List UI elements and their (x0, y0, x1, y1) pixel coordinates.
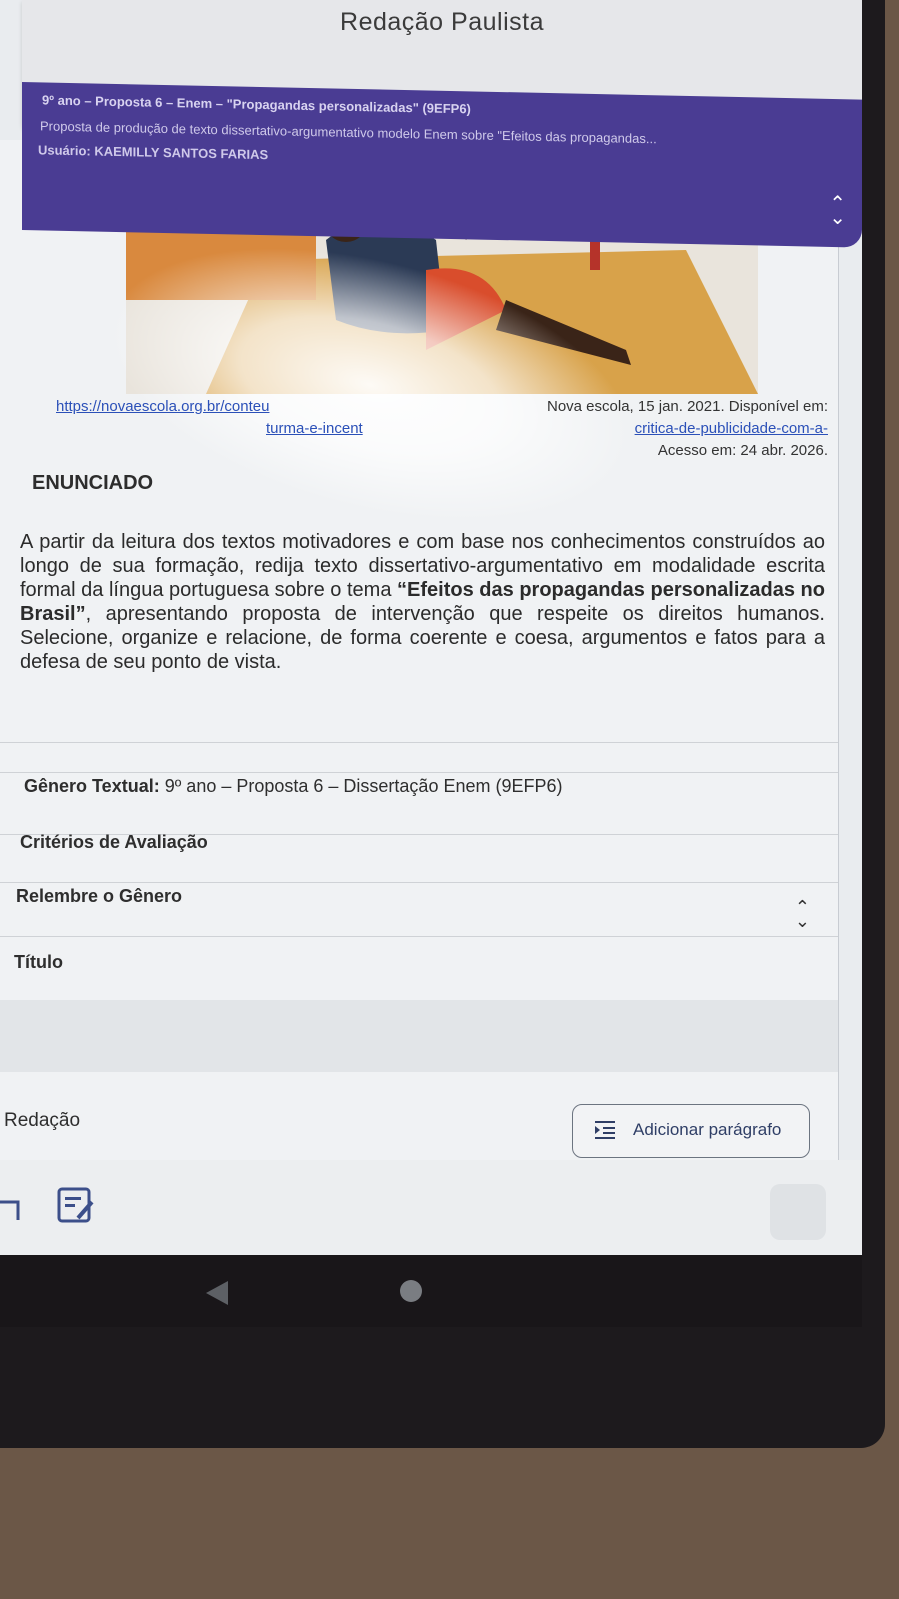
divider (0, 882, 838, 883)
title-label: Título (14, 952, 63, 972)
user-name: Usuário: KAEMILLY SANTOS FARIAS (38, 142, 269, 163)
criteria-row[interactable]: Critérios de Avaliação (20, 832, 858, 853)
edit-note-icon[interactable] (56, 1186, 96, 1226)
add-paragraph-button[interactable]: Adicionar parágrafo (572, 1104, 810, 1158)
review-genre-row[interactable]: Relembre o Gênero (16, 886, 854, 907)
source-text: Nova escola, 15 jan. 2021. Disponível em… (547, 398, 828, 415)
genre-label: Gênero Textual: (24, 776, 160, 796)
home-icon[interactable] (400, 1280, 422, 1302)
undo-icon[interactable] (0, 1200, 20, 1222)
screen: https://novaescola.org.br/conteu Nova es… (0, 0, 862, 1255)
access-date: Acesso em: 24 abr. 2026. (657, 442, 828, 459)
chevron-updown-icon[interactable]: ⌃ ⌄ (829, 193, 846, 229)
statement-text-part: , apresentando proposta de intervenção q… (20, 603, 825, 673)
chevron-updown-icon[interactable]: ⌃ ⌄ (795, 898, 810, 930)
source-link-end[interactable]: critica-de-publicidade-com-a- (635, 420, 828, 437)
statement-heading: ENUNCIADO (32, 472, 154, 494)
android-nav-bar (0, 1255, 862, 1327)
genre-row: Gênero Textual: 9º ano – Proposta 6 – Di… (24, 776, 862, 797)
bottom-toolbar (0, 1160, 862, 1255)
statement-text: A partir da leitura dos textos motivador… (20, 530, 825, 674)
indent-list-icon (595, 1121, 615, 1139)
divider (0, 742, 838, 743)
essay-label: Redação (4, 1110, 81, 1131)
source-link[interactable]: https://novaescola.org.br/conteu (56, 398, 269, 415)
add-paragraph-label: Adicionar parágrafo (633, 1120, 782, 1139)
send-button[interactable] (770, 1184, 826, 1240)
app-title: Redação Paulista (340, 8, 544, 36)
title-input[interactable] (0, 1000, 838, 1072)
proposal-description: Proposta de produção de texto dissertati… (40, 118, 657, 147)
genre-value: 9º ano – Proposta 6 – Dissertação Enem (… (164, 776, 563, 796)
divider (0, 936, 838, 937)
proposal-title: 9º ano – Proposta 6 – Enem – "Propaganda… (42, 92, 471, 117)
back-icon[interactable] (206, 1281, 228, 1305)
proposal-banner[interactable]: 9º ano – Proposta 6 – Enem – "Propaganda… (22, 82, 862, 248)
divider (0, 772, 838, 773)
source-link-continued[interactable]: turma-e-incent (266, 420, 363, 437)
content-panel: https://novaescola.org.br/conteu Nova es… (0, 140, 839, 1160)
